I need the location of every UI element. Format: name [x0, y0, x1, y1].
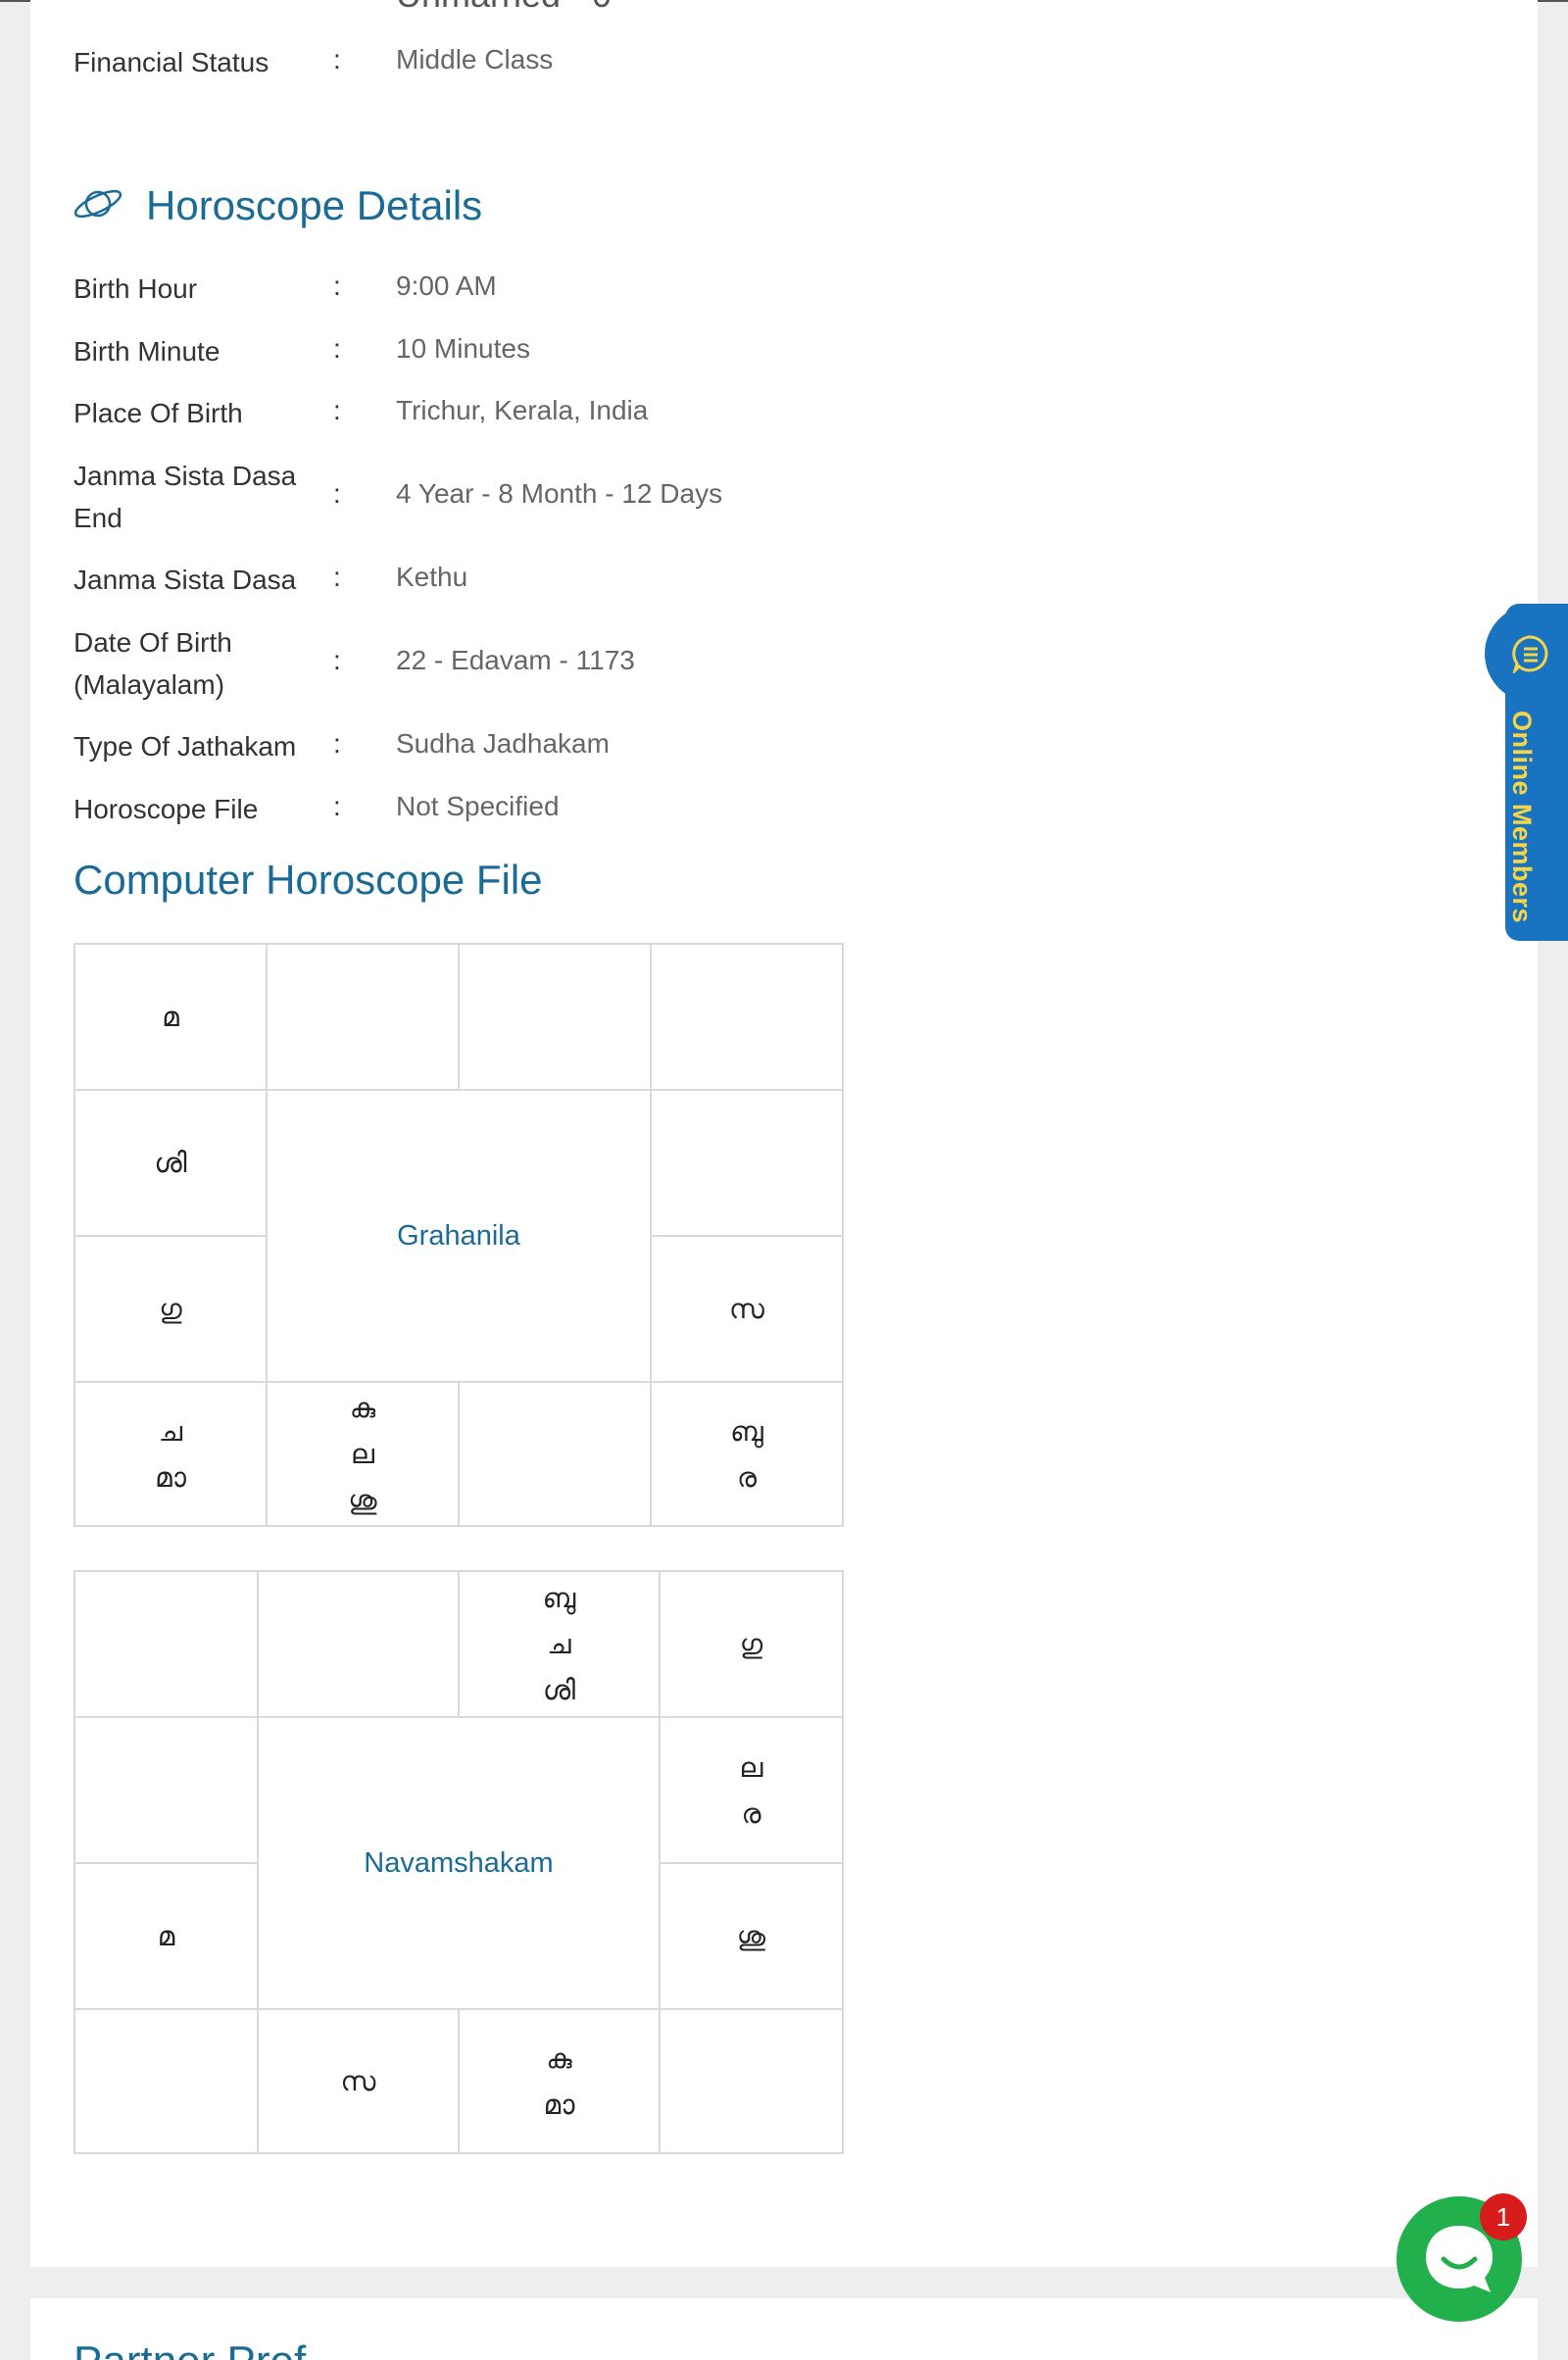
- grahanila-cell: സ: [650, 1235, 844, 1383]
- grahanila-label: Grahanila: [397, 1219, 520, 1252]
- planet-icon: [74, 189, 122, 219]
- row-value: Trichur, Kerala, India: [396, 395, 649, 425]
- row-label: Janma Sista Dasa: [74, 565, 297, 595]
- grahanila-cell: [650, 943, 844, 1091]
- planet-label: ഗു: [739, 1628, 763, 1660]
- row-value: 9:00 AM: [396, 270, 497, 301]
- colon: :: [333, 562, 341, 592]
- planet-label: ബു: [730, 1414, 763, 1448]
- grahanila-cell: മ: [74, 943, 268, 1091]
- grahanila-cell: കു ല ശു: [266, 1381, 460, 1527]
- planet-label: ച: [547, 1628, 571, 1660]
- planet-label: സ: [729, 1293, 764, 1325]
- partner-preferences-card: Partner Pref: [30, 2298, 1538, 2360]
- planet-label: ല: [351, 1438, 374, 1470]
- planet-label: സ: [340, 2065, 376, 2097]
- navamshakam-cell: [659, 2008, 844, 2154]
- grahanila-cell: ബു ര: [650, 1381, 844, 1527]
- marital-status-partial: Unmarried - 0: [396, 0, 612, 16]
- grahanila-cell: ശി: [74, 1089, 268, 1237]
- colon: :: [333, 44, 341, 74]
- row-label: Type Of Jathakam: [74, 731, 297, 762]
- row-label: Date Of Birth (Malayalam): [74, 627, 232, 700]
- row-value: Not Specified: [396, 791, 560, 821]
- chat-list-icon[interactable]: [1511, 634, 1550, 673]
- navamshakam-center: Navamshakam: [257, 1716, 661, 2010]
- row-value: 4 Year - 8 Month - 12 Days: [396, 478, 723, 509]
- grahanila-center: Grahanila: [266, 1089, 652, 1383]
- planet-label: ഗു: [159, 1293, 182, 1325]
- planet-label: ച: [158, 1414, 183, 1448]
- grahanila-chart: മ ശി Grahanila ഗു സ ച മാ കു ല ശു ബു ര: [74, 943, 844, 1527]
- planet-label: മാ: [543, 2088, 575, 2121]
- colon: :: [333, 333, 341, 364]
- navamshakam-label: Navamshakam: [364, 1846, 554, 1879]
- navamshakam-cell: സ: [257, 2008, 460, 2154]
- grahanila-cell: [266, 943, 460, 1091]
- row-label: Janma Sista Dasa End: [74, 461, 297, 533]
- colon: :: [333, 270, 341, 301]
- grahanila-cell: [458, 1381, 652, 1527]
- row-label: Horoscope File: [74, 794, 259, 824]
- planet-label: ര: [741, 1796, 761, 1830]
- chat-notification-badge: 1: [1480, 2193, 1527, 2240]
- navamshakam-cell: മ: [74, 1862, 259, 2010]
- planet-label: കു: [349, 1392, 376, 1424]
- horoscope-details-title: Horoscope Details: [146, 182, 483, 228]
- planet-label: ശു: [736, 1920, 766, 1952]
- grahanila-cell: [650, 1089, 844, 1237]
- computer-horoscope-title: Computer Horoscope File: [74, 857, 543, 903]
- navamshakam-cell: ശു: [659, 1862, 844, 2010]
- navamshakam-cell: [74, 2008, 259, 2154]
- planet-label: ശി: [154, 1147, 187, 1179]
- navamshakam-cell: [74, 1716, 259, 1864]
- grahanila-cell: ഗു: [74, 1235, 268, 1383]
- planet-label: ബു: [542, 1582, 576, 1614]
- planet-label: മ: [162, 1001, 179, 1033]
- colon: :: [333, 478, 341, 509]
- grahanila-cell: [458, 943, 652, 1091]
- financial-status-value: Middle Class: [396, 44, 554, 74]
- colon: :: [333, 728, 341, 759]
- row-label: Place Of Birth: [74, 398, 243, 428]
- planet-label: ശു: [348, 1484, 377, 1516]
- row-value: Sudha Jadhakam: [396, 728, 610, 759]
- financial-status-label: Financial Status: [74, 47, 270, 77]
- row-label: Birth Hour: [74, 273, 198, 304]
- row-label: Birth Minute: [74, 336, 220, 367]
- navamshakam-cell: [74, 1570, 259, 1718]
- planet-label: ശി: [542, 1674, 576, 1706]
- colon: :: [333, 791, 341, 821]
- row-value: 22 - Edavam - 1173: [396, 645, 635, 675]
- navamshakam-cell: ഗു: [659, 1570, 844, 1718]
- navamshakam-cell: [257, 1570, 460, 1718]
- planet-label: മ: [157, 1920, 175, 1952]
- navamshakam-cell: ല ര: [659, 1716, 844, 1864]
- row-value: Kethu: [396, 562, 468, 592]
- grahanila-cell: ച മാ: [74, 1381, 268, 1527]
- planet-label: മാ: [155, 1460, 186, 1494]
- planet-label: ല: [739, 1750, 763, 1784]
- online-members-label[interactable]: Online Members: [1506, 711, 1537, 923]
- partner-preferences-title: Partner Pref: [74, 2337, 306, 2360]
- navamshakam-cell: ബു ച ശി: [458, 1570, 661, 1718]
- row-value: 10 Minutes: [396, 333, 530, 364]
- navamshakam-cell: കു മാ: [458, 2008, 661, 2154]
- colon: :: [333, 645, 341, 675]
- planet-label: ര: [736, 1460, 758, 1494]
- planet-label: കു: [546, 2041, 572, 2075]
- colon: :: [333, 395, 341, 425]
- navamshakam-chart: ബു ച ശി ഗു Navamshakam ല ര മ ശു സ കു മാ: [74, 1570, 844, 2154]
